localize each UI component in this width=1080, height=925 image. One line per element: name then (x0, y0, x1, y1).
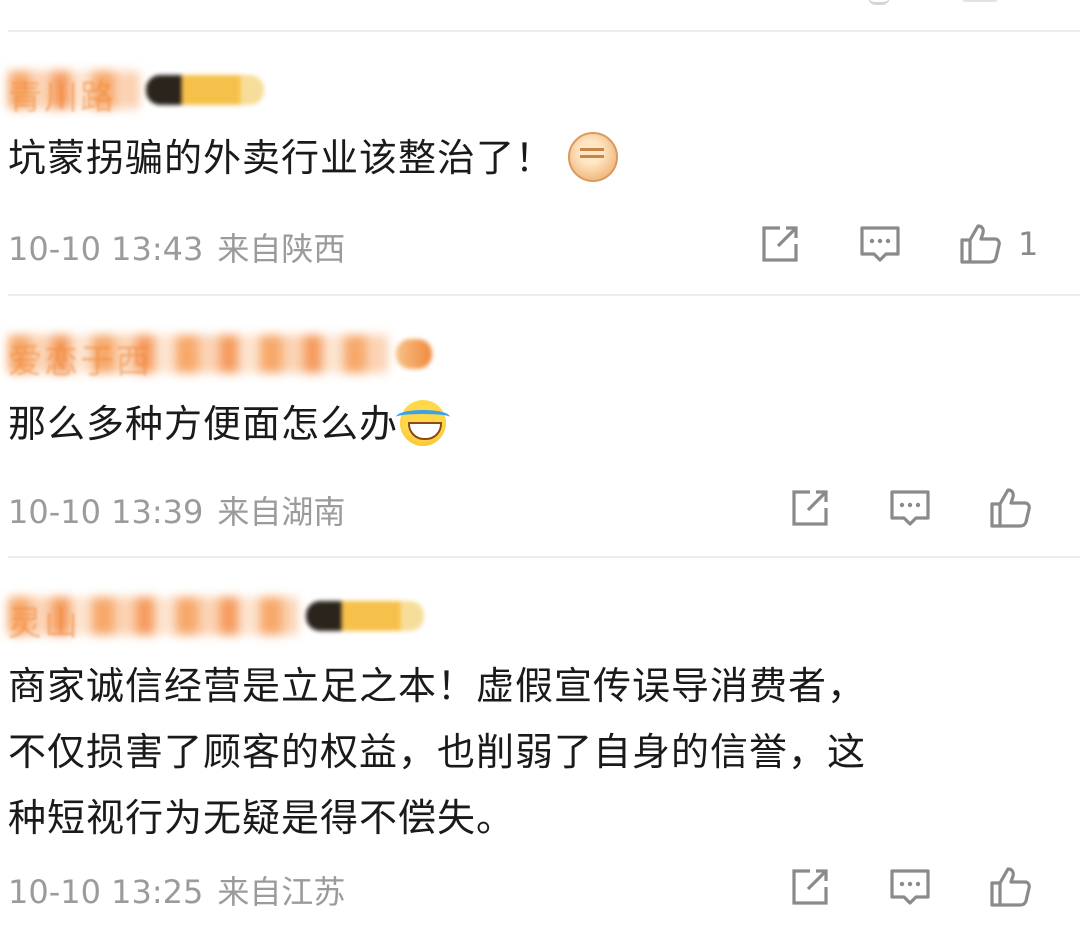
comment-text: 那么多种方便面怎么办 (8, 392, 451, 456)
like-count: 1 (1018, 225, 1039, 263)
previous-comment-icon[interactable] (868, 0, 890, 5)
comment-text-line: 商家诚信经营是立足之本！虚假宣传误导消费者， (8, 664, 867, 708)
comment-text: 坑蒙拐骗的外卖行业该整治了！ (8, 126, 619, 190)
username-text: 爱恋于西 (8, 342, 152, 382)
comment-time: 10-10 13:39 (8, 493, 204, 531)
laugh-cry-emoji-icon (396, 399, 451, 446)
divider (8, 556, 1080, 558)
comment-text-line: 种短视行为无疑是得不偿失。 (8, 796, 516, 840)
username[interactable]: 青川路 (8, 68, 264, 118)
comment-icon[interactable] (888, 865, 932, 909)
share-icon[interactable] (788, 865, 832, 909)
comment-meta: 10-10 13:25 来自江苏 (8, 867, 345, 913)
share-icon[interactable] (788, 486, 832, 530)
thumbs-up-icon[interactable] (988, 865, 1032, 909)
fist-emoji-icon (568, 131, 619, 182)
vip-badge-icon (396, 339, 432, 369)
thumbs-up-icon[interactable] (988, 486, 1032, 530)
comment-location: 来自陕西 (217, 230, 346, 268)
comment-time: 10-10 13:43 (8, 230, 204, 268)
comment-meta: 10-10 13:43 来自陕西 (8, 224, 345, 270)
comment-actions (786, 865, 1046, 909)
username[interactable]: 灵山 (8, 594, 424, 644)
vip-badge-icon (306, 601, 424, 631)
username[interactable]: 爱恋于西 (8, 332, 432, 382)
divider (8, 294, 1080, 296)
comment-location: 来自湖南 (217, 493, 346, 531)
comment-time: 10-10 13:25 (8, 873, 204, 911)
username-text: 青川路 (8, 78, 116, 118)
comment-icon[interactable] (858, 222, 902, 266)
previous-comment-actions (0, 0, 1080, 30)
share-icon[interactable] (758, 222, 802, 266)
vip-badge-icon (146, 75, 264, 105)
comment-meta: 10-10 13:39 来自湖南 (8, 487, 345, 533)
comment-actions: 1 (756, 222, 1056, 266)
thumbs-up-icon[interactable] (958, 222, 1002, 266)
comment-actions (786, 486, 1046, 530)
username-text: 灵山 (8, 604, 80, 644)
previous-comment-icon[interactable] (962, 0, 998, 2)
comment-list: 青川路 坑蒙拐骗的外卖行业该整治了！ 10-10 13:43 来自陕西 1 爱恋… (0, 0, 1080, 925)
comment-location: 来自江苏 (217, 873, 346, 911)
comment-icon[interactable] (888, 486, 932, 530)
divider (8, 30, 1080, 32)
comment-text-line: 不仅损害了顾客的权益，也削弱了自身的信誉，这 (8, 730, 867, 774)
